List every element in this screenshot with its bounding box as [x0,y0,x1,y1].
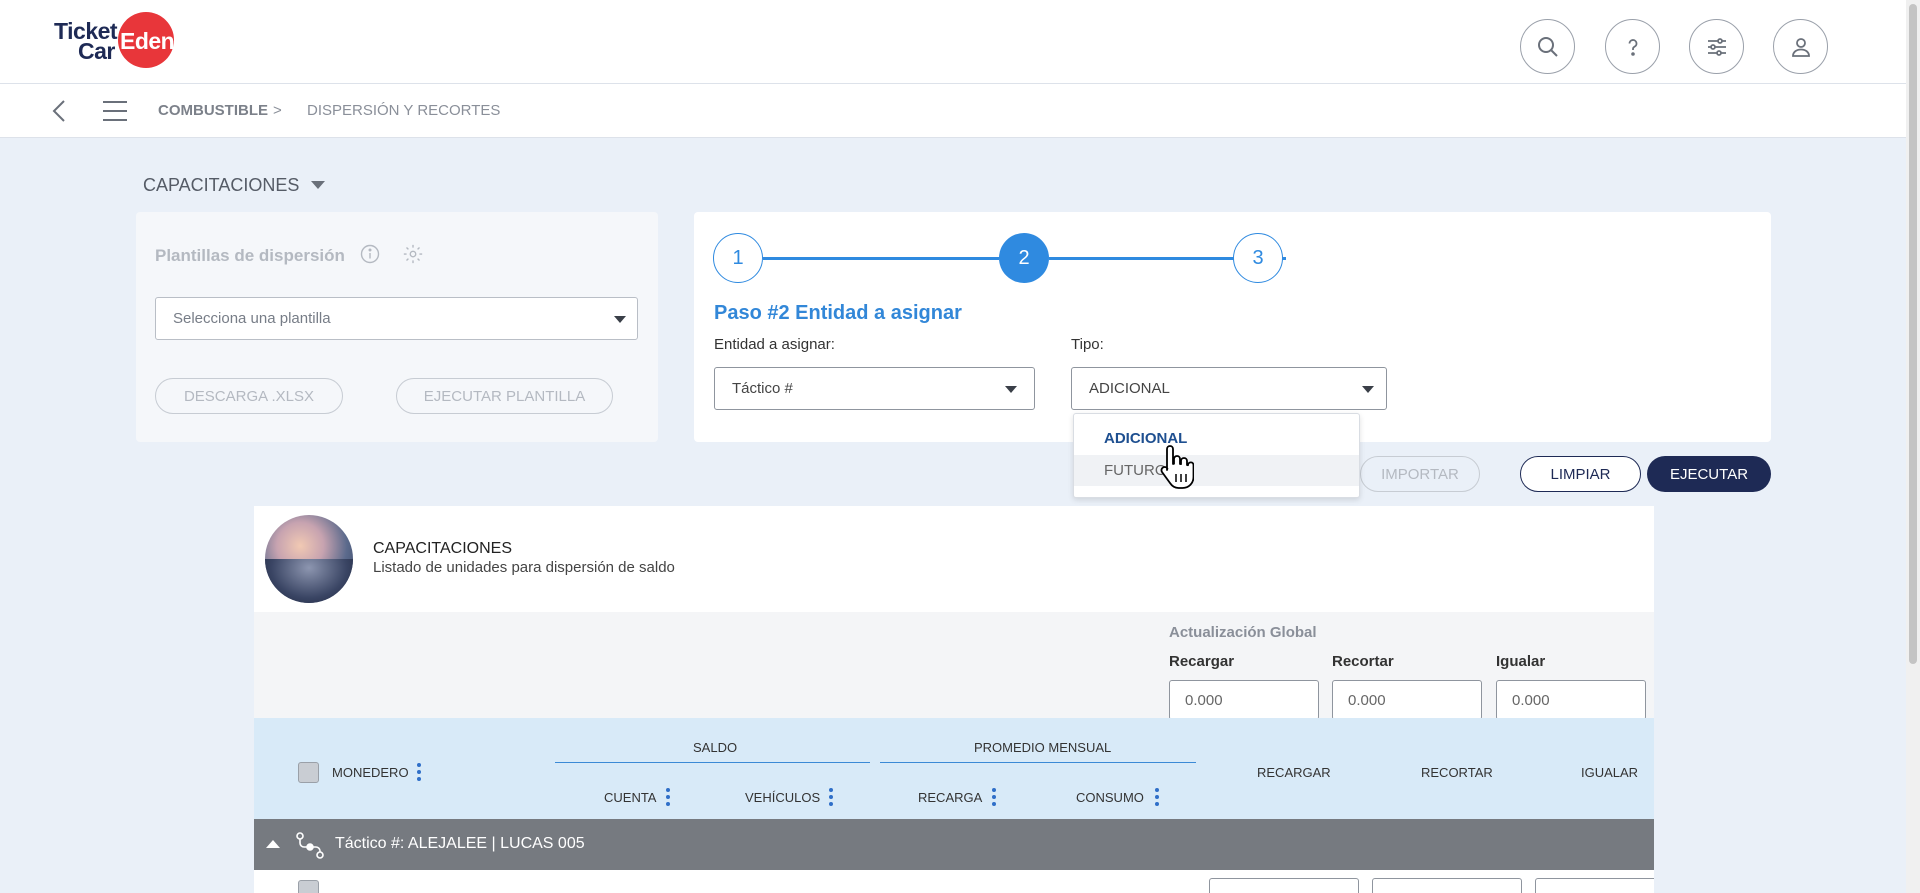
entity-label: Entidad a asignar: [714,336,835,353]
execute-button[interactable]: EJECUTAR [1647,456,1771,492]
template-select[interactable]: Selecciona una plantilla [155,297,638,340]
ticketcar-edenred-logo[interactable]: Ticket Car Edenred [52,12,212,70]
col-recargar: RECARGAR [1257,765,1331,780]
global-igualar-label: Igualar [1496,653,1546,670]
col-vehiculos[interactable]: VEHÍCULOS [745,790,820,805]
templates-title: Plantillas de dispersión [155,246,345,265]
templates-panel: Plantillas de dispersión Selecciona una … [136,212,658,442]
run-template-button[interactable]: EJECUTAR PLANTILLA [396,378,613,414]
kebab-menu-icon[interactable] [1155,788,1159,806]
col-group-promedio: PROMEDIO MENSUAL [974,740,1112,755]
global-igualar-input[interactable]: 0.000 [1496,680,1646,720]
caret-down-icon [1362,386,1374,393]
table-row [254,870,1654,893]
gear-icon [403,244,423,264]
template-settings-button[interactable] [402,243,424,270]
caret-down-icon [614,316,626,323]
kebab-menu-icon[interactable] [666,788,670,806]
group-underline [555,762,870,763]
help-button[interactable] [1605,19,1660,74]
back-button[interactable] [50,98,70,129]
global-recortar-label: Recortar [1332,653,1394,670]
global-recortar-value: 0.000 [1348,692,1386,709]
type-select-value: ADICIONAL [1089,380,1170,397]
user-profile-button[interactable] [1773,19,1828,74]
template-select-placeholder: Selecciona una plantilla [173,310,331,327]
global-recargar-input[interactable]: 0.000 [1169,680,1319,720]
col-monedero[interactable]: MONEDERO [332,765,409,780]
breadcrumb-separator: > [273,102,282,119]
logo-word-car: Car [78,38,115,64]
units-card: CAPACITACIONES Listado de unidades para … [254,506,1654,893]
user-icon [1791,37,1810,57]
logo-word-edenred: Edenred [120,28,209,54]
type-option-adicional[interactable]: ADICIONAL [1074,423,1359,454]
caret-down-icon[interactable] [311,181,325,189]
settings-sliders-icon [1707,37,1726,56]
type-dropdown-menu: ADICIONAL FUTURO [1073,413,1360,498]
wizard-panel: 1 2 3 Paso #2 Entidad a asignar Entidad … [694,212,1771,442]
group-row-label: Táctico #: ALEJALEE | LUCAS 005 [335,835,585,852]
search-icon [1537,36,1558,57]
step-2[interactable]: 2 [999,233,1049,283]
row-igualar-input[interactable] [1535,878,1654,893]
type-label: Tipo: [1071,336,1104,353]
row-recortar-input[interactable] [1372,878,1522,893]
help-icon [1628,38,1637,56]
step-connector [763,257,999,260]
import-button[interactable]: IMPORTAR [1360,456,1480,492]
top-header: Ticket Car Edenred [0,0,1920,84]
kebab-menu-icon[interactable] [992,788,996,806]
kebab-menu-icon[interactable] [417,763,421,781]
type-option-futuro[interactable]: FUTURO [1074,455,1359,486]
account-selector-label[interactable]: CAPACITACIONES [143,175,299,196]
type-select[interactable]: ADICIONAL [1071,367,1387,410]
step-1[interactable]: 1 [713,233,763,283]
breadcrumb-combustible[interactable]: COMBUSTIBLE [158,102,268,119]
page-scrollbar[interactable] [1906,0,1920,893]
info-icon [360,244,380,264]
col-igualar: IGUALAR [1581,765,1639,780]
caret-down-icon [1005,386,1017,393]
global-recargar-value: 0.000 [1185,692,1223,709]
group-row[interactable]: Táctico #: ALEJALEE | LUCAS 005 [254,819,1654,870]
step-3[interactable]: 3 [1233,233,1283,283]
entity-select-value: Táctico # [732,380,793,397]
table-header: MONEDERO SALDO PROMEDIO MENSUAL CUENTA V… [254,718,1654,819]
col-consumo[interactable]: CONSUMO [1076,790,1144,805]
hierarchy-icon [296,832,324,859]
filters-button[interactable] [1689,19,1744,74]
global-update-heading: Actualización Global [1169,624,1317,641]
chevron-left-icon [52,100,65,122]
search-button[interactable] [1520,19,1575,74]
collapse-caret-icon[interactable] [266,840,280,848]
hand-cursor-icon [1160,445,1194,489]
global-igualar-value: 0.000 [1512,692,1550,709]
global-recargar-label: Recargar [1169,653,1235,670]
breadcrumb-dispersion: DISPERSIÓN Y RECORTES [307,102,501,119]
col-cuenta[interactable]: CUENTA [604,790,656,805]
entity-select[interactable]: Táctico # [714,367,1035,410]
download-xlsx-button[interactable]: DESCARGA .XLSX [155,378,343,414]
card-title: CAPACITACIONES [373,540,512,557]
scrollbar-thumb[interactable] [1909,4,1917,664]
group-underline [880,762,1196,763]
menu-button[interactable] [102,98,128,129]
hamburger-icon [103,101,127,121]
row-recargar-input[interactable] [1209,878,1359,893]
card-subtitle: Listado de unidades para dispersión de s… [373,559,675,576]
breadcrumb-bar: COMBUSTIBLE > DISPERSIÓN Y RECORTES [0,84,1920,138]
col-recortar: RECORTAR [1421,765,1493,780]
account-avatar [265,515,353,603]
select-all-checkbox[interactable] [298,762,319,783]
col-recarga[interactable]: RECARGA [918,790,982,805]
info-button[interactable] [360,244,380,269]
global-update-bar: Actualización Global Recargar Recortar I… [254,612,1654,724]
global-recortar-input[interactable]: 0.000 [1332,680,1482,720]
kebab-menu-icon[interactable] [829,788,833,806]
col-group-saldo: SALDO [693,740,738,755]
row-checkbox[interactable] [298,880,319,893]
step-title: Paso #2 Entidad a asignar [714,302,962,324]
clear-button[interactable]: LIMPIAR [1520,456,1641,492]
